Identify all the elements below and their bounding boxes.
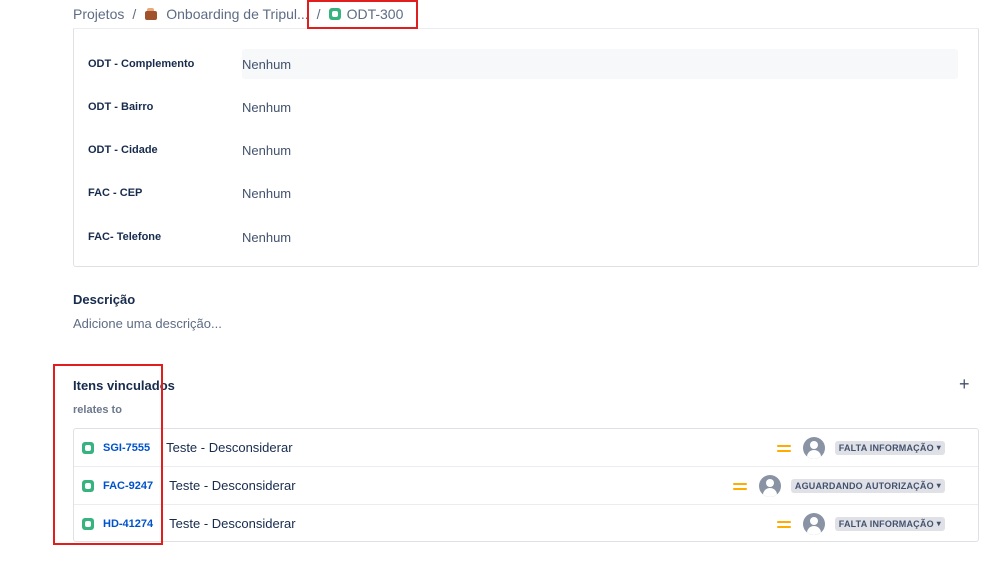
linked-items-heading: Itens vinculados [73, 378, 175, 393]
breadcrumb-projects-link[interactable]: Projetos [73, 6, 124, 22]
fields-panel: ODT - Complemento Nenhum ODT - Bairro Ne… [73, 29, 979, 267]
breadcrumb-issue-link[interactable]: ODT-300 [328, 6, 404, 22]
status-dropdown[interactable]: FALTA INFORMAÇÃO ▾ [834, 440, 945, 455]
breadcrumb: Projetos / Onboarding de Tripul... / ODT… [73, 0, 403, 28]
field-row-complemento: ODT - Complemento Nenhum [88, 49, 958, 79]
description-input[interactable]: Adicione uma descrição... [73, 316, 222, 331]
linked-item-row[interactable]: FAC-9247 Teste - Desconsiderar AGUARDAND… [74, 467, 978, 504]
status-label: FALTA INFORMAÇÃO [838, 518, 934, 529]
field-row-cidade: ODT - Cidade Nenhum [88, 135, 958, 165]
linked-item-row[interactable]: SGI-7555 Teste - Desconsiderar FALTA INF… [74, 429, 978, 466]
description-heading: Descrição [73, 292, 136, 307]
field-value-text: Nenhum [242, 99, 292, 115]
field-value-text: Nenhum [242, 185, 292, 201]
linked-item-meta: AGUARDANDO AUTORIZAÇÃO ▾ [732, 474, 945, 497]
field-value[interactable]: Nenhum [242, 92, 958, 122]
field-label: FAC - CEP [88, 187, 143, 199]
story-icon [328, 8, 341, 20]
chevron-down-icon: ▾ [936, 519, 941, 528]
add-link-button[interactable]: + [959, 374, 970, 394]
chevron-down-icon: ▾ [936, 443, 941, 452]
chevron-down-icon: ▾ [936, 481, 941, 490]
linked-item-summary[interactable]: Teste - Desconsiderar [169, 478, 295, 493]
linked-item-row[interactable]: HD-41274 Teste - Desconsiderar FALTA INF… [74, 505, 978, 542]
field-value-text: Nenhum [242, 56, 292, 72]
priority-medium-icon [776, 443, 791, 453]
linked-item-meta: FALTA INFORMAÇÃO ▾ [776, 436, 945, 459]
priority-medium-icon [776, 519, 791, 529]
field-value-text: Nenhum [242, 229, 292, 245]
status-dropdown[interactable]: FALTA INFORMAÇÃO ▾ [834, 516, 945, 531]
field-row-telefone: FAC- Telefone Nenhum [88, 222, 958, 252]
story-icon [82, 441, 94, 454]
breadcrumb-separator: / [316, 6, 321, 22]
breadcrumb-separator: / [132, 6, 137, 22]
field-value[interactable]: Nenhum [242, 222, 958, 252]
linked-items-list: SGI-7555 Teste - Desconsiderar FALTA INF… [73, 428, 979, 542]
status-dropdown[interactable]: AGUARDANDO AUTORIZAÇÃO ▾ [790, 478, 945, 493]
linked-item-key[interactable]: SGI-7555 [103, 442, 150, 454]
field-label: ODT - Cidade [88, 144, 158, 156]
linked-item-meta: FALTA INFORMAÇÃO ▾ [776, 512, 945, 535]
field-value[interactable]: Nenhum [242, 49, 958, 79]
unassigned-avatar-icon[interactable] [758, 474, 781, 497]
priority-medium-icon [732, 481, 747, 491]
status-label: FALTA INFORMAÇÃO [838, 442, 934, 453]
linked-item-key[interactable]: FAC-9247 [103, 480, 153, 492]
linked-item-key[interactable]: HD-41274 [103, 518, 153, 530]
link-relation-label: relates to [73, 404, 122, 416]
linked-item-summary[interactable]: Teste - Desconsiderar [169, 516, 295, 531]
story-icon [82, 479, 94, 492]
breadcrumb-issue-key: ODT-300 [346, 6, 404, 22]
field-label: ODT - Bairro [88, 101, 154, 113]
field-value-text: Nenhum [242, 142, 292, 158]
field-value[interactable]: Nenhum [242, 135, 958, 165]
unassigned-avatar-icon[interactable] [802, 436, 825, 459]
field-row-bairro: ODT - Bairro Nenhum [88, 92, 958, 122]
unassigned-avatar-icon[interactable] [802, 512, 825, 535]
linked-item-summary[interactable]: Teste - Desconsiderar [166, 440, 292, 455]
project-avatar-icon [144, 7, 158, 21]
story-icon [82, 517, 94, 530]
field-value[interactable]: Nenhum [242, 178, 958, 208]
field-row-cep: FAC - CEP Nenhum [88, 178, 958, 208]
field-label: ODT - Complemento [88, 58, 195, 70]
field-label: FAC- Telefone [88, 231, 162, 243]
status-label: AGUARDANDO AUTORIZAÇÃO [794, 480, 934, 491]
breadcrumb-project-link[interactable]: Onboarding de Tripul... [166, 6, 308, 22]
